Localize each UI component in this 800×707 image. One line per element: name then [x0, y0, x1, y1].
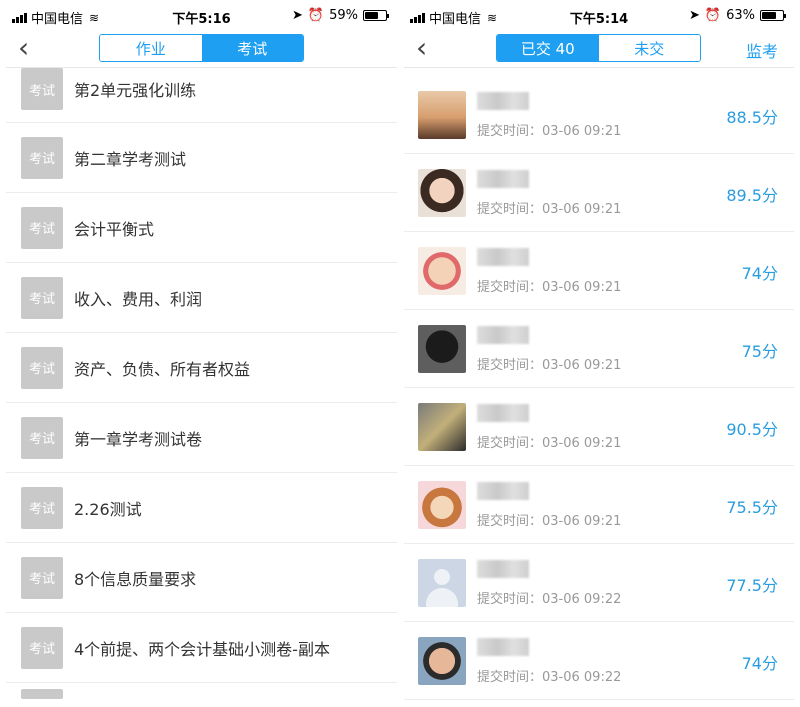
list-item[interactable]: 考试 8个信息质量要求 [6, 543, 397, 613]
table-row[interactable]: 提交时间：03-06 09:21 75分 [404, 310, 794, 388]
table-row[interactable]: 提交时间：03-06 09:21 89.5分 [404, 154, 794, 232]
exam-list: 考试 第2单元强化训练 考试 第二章学考测试 考试 会计平衡式 考试 收入、费用… [6, 68, 397, 707]
submit-time: 提交时间：03-06 09:21 [477, 280, 622, 295]
exam-tag: 考试 [21, 486, 63, 529]
battery-icon [363, 10, 389, 21]
table-row[interactable]: 提交时间：03-06 09:22 74分 [404, 622, 794, 700]
exam-title: 收入、费用、利润 [74, 289, 203, 309]
name-redacted [477, 638, 529, 656]
name-redacted [477, 92, 529, 110]
battery-percent: 63% [726, 8, 755, 23]
score: 90.5分 [726, 420, 778, 439]
divider [397, 0, 404, 707]
submission-list-screen: 中国电信 ≋ 下午5:14 ➤ ⏰ 63% ‹ 已交 40 未交 监考 提交时间… [404, 0, 794, 707]
exam-title: 资产、负债、所有者权益 [74, 359, 251, 379]
submit-time: 提交时间：03-06 09:21 [477, 436, 622, 451]
alarm-icon: ⏰ [307, 8, 325, 23]
name-redacted [477, 560, 529, 578]
submit-time: 提交时间：03-06 09:21 [477, 124, 622, 139]
score: 75.5分 [726, 498, 778, 517]
submit-time: 提交时间：03-06 09:22 [477, 670, 622, 685]
list-item[interactable]: 考试 第一章学考测试卷 [6, 403, 397, 473]
table-row[interactable]: 提交时间：03-06 09:21 88.5分 [404, 76, 794, 154]
status-bar: 中国电信 ≋ 下午5:14 ➤ ⏰ 63% [404, 0, 794, 30]
exam-title: 4个前提、两个会计基础小测卷-副本 [74, 639, 330, 659]
list-item[interactable]: 考试 4个前提、两个会计基础小测卷-副本 [6, 613, 397, 683]
name-redacted [477, 404, 529, 422]
default-avatar-icon [418, 559, 466, 607]
exam-tag: 考试 [21, 136, 63, 179]
avatar [418, 637, 466, 685]
name-redacted [477, 170, 529, 188]
score: 89.5分 [726, 186, 778, 205]
list-item[interactable]: 考试 资产、负债、所有者权益 [6, 333, 397, 403]
tab-homework[interactable]: 作业 [100, 35, 202, 61]
alarm-icon: ⏰ [704, 8, 722, 23]
list-item[interactable]: 考试 收入、费用、利润 [6, 263, 397, 333]
nav-bar: ‹ 已交 40 未交 监考 [404, 30, 794, 68]
nav-bar: ‹ 作业 考试 [6, 30, 397, 68]
back-chevron-icon[interactable]: ‹ [416, 34, 427, 62]
avatar [418, 91, 466, 139]
submit-time: 提交时间：03-06 09:21 [477, 358, 622, 373]
score: 77.5分 [726, 576, 778, 595]
exam-tag: 考试 [21, 276, 63, 319]
exam-title: 2.26测试 [74, 499, 142, 519]
status-right: ➤ ⏰ 63% [689, 8, 786, 23]
exam-tag: 考试 [21, 556, 63, 599]
exam-title: 8个信息质量要求 [74, 569, 197, 589]
name-redacted [477, 248, 529, 266]
avatar [418, 403, 466, 451]
exam-tag: 考试 [21, 626, 63, 669]
exam-title: 第一章学考测试卷 [74, 429, 203, 449]
table-row[interactable]: 提交时间：03-06 09:22 77.5分 [404, 544, 794, 622]
submission-list: 提交时间：03-06 09:21 88.5分 提交时间：03-06 09:21 … [404, 76, 794, 700]
battery-icon [760, 10, 786, 21]
score: 75分 [741, 342, 778, 361]
list-item[interactable]: 考试 第2单元强化训练 [6, 68, 397, 123]
avatar [418, 169, 466, 217]
name-redacted [477, 482, 529, 500]
exam-tag [21, 689, 63, 699]
table-row[interactable]: 提交时间：03-06 09:21 75.5分 [404, 466, 794, 544]
tab-submitted[interactable]: 已交 40 [497, 35, 599, 61]
exam-list-screen: 中国电信 ≋ 下午5:16 ➤ ⏰ 59% ‹ 作业 考试 考试 第2单元强化训… [6, 0, 397, 707]
list-item[interactable]: 考试 会计平衡式 [6, 193, 397, 263]
exam-title: 第二章学考测试 [74, 149, 187, 169]
exam-title: 第2单元强化训练 [74, 81, 197, 100]
back-chevron-icon[interactable]: ‹ [18, 34, 29, 62]
location-icon: ➤ [292, 8, 303, 23]
avatar [418, 481, 466, 529]
exam-tag: 考试 [21, 206, 63, 249]
submit-time: 提交时间：03-06 09:22 [477, 592, 622, 607]
score: 88.5分 [726, 108, 778, 127]
status-bar: 中国电信 ≋ 下午5:16 ➤ ⏰ 59% [6, 0, 397, 30]
exam-tag: 考试 [21, 68, 63, 110]
table-row[interactable]: 提交时间：03-06 09:21 74分 [404, 232, 794, 310]
exam-title: 会计平衡式 [74, 219, 155, 239]
location-icon: ➤ [689, 8, 700, 23]
submit-time: 提交时间：03-06 09:21 [477, 202, 622, 217]
score: 74分 [741, 264, 778, 283]
score: 74分 [741, 654, 778, 673]
segment-control: 已交 40 未交 [496, 34, 701, 62]
list-item[interactable] [6, 683, 397, 707]
table-row[interactable]: 提交时间：03-06 09:21 90.5分 [404, 388, 794, 466]
exam-tag: 考试 [21, 346, 63, 389]
tab-exam[interactable]: 考试 [201, 35, 303, 61]
monitor-button[interactable]: 监考 [746, 38, 778, 62]
battery-percent: 59% [329, 8, 358, 23]
status-right: ➤ ⏰ 59% [292, 8, 389, 23]
screenshot-root: 中国电信 ≋ 下午5:16 ➤ ⏰ 59% ‹ 作业 考试 考试 第2单元强化训… [0, 0, 800, 707]
submit-time: 提交时间：03-06 09:21 [477, 514, 622, 529]
avatar [418, 247, 466, 295]
name-redacted [477, 326, 529, 344]
list-item[interactable]: 考试 第二章学考测试 [6, 123, 397, 193]
segment-control: 作业 考试 [99, 34, 304, 62]
tab-not-submitted[interactable]: 未交 [598, 35, 700, 61]
list-item[interactable]: 考试 2.26测试 [6, 473, 397, 543]
avatar [418, 325, 466, 373]
exam-tag: 考试 [21, 416, 63, 459]
